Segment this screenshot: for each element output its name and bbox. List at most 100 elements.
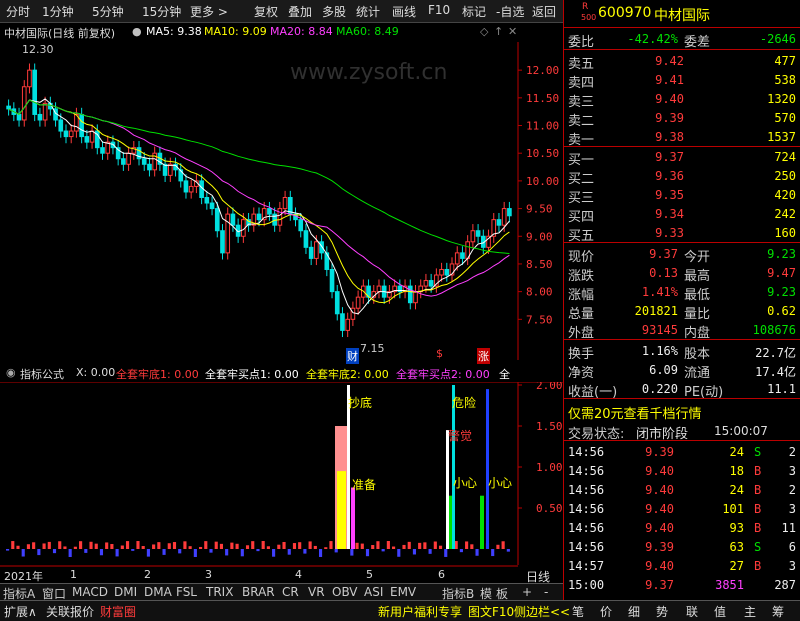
tab-remove[interactable]: - xyxy=(544,585,548,599)
related-quote-button[interactable]: 关联报价 xyxy=(46,603,94,620)
indicator-line2: 全套牢买点1: 0.00 xyxy=(205,368,299,381)
order-book-row[interactable]: 卖五 9.42 477 xyxy=(564,51,800,72)
oscillator-bar xyxy=(26,544,30,549)
panel-tab-shi[interactable]: 势 xyxy=(656,603,668,620)
tab-add[interactable]: + xyxy=(522,585,532,599)
diamond-icon[interactable]: ◇ xyxy=(480,25,488,38)
promo-text[interactable]: 仅需20元查看千档行情 xyxy=(568,403,702,422)
tab-asi[interactable]: ASI xyxy=(364,585,383,599)
tab-vr[interactable]: VR xyxy=(308,585,325,599)
oscillator-bar xyxy=(433,541,437,549)
indicator-name[interactable]: 指标公式 xyxy=(20,366,64,382)
panel-tab-xi[interactable]: 细 xyxy=(628,603,640,620)
panel-tab-jia[interactable]: 价 xyxy=(600,603,612,620)
trade-status-row: 交易状态: 闭市阶段 15:00:07 xyxy=(564,421,800,442)
graphic-f10-button[interactable]: 图文F10 xyxy=(468,603,514,620)
indicator-settings-icon[interactable]: ◉ xyxy=(6,366,16,379)
order-book-row[interactable]: 买四 9.34 242 xyxy=(564,204,800,225)
panel-tab-chou[interactable]: 筹 xyxy=(772,603,784,620)
f10-button[interactable]: F10 xyxy=(428,3,450,17)
tab-fsl[interactable]: FSL xyxy=(176,585,197,599)
ma-toggle-icon[interactable]: ● xyxy=(132,25,142,38)
r-badge: R xyxy=(582,2,589,12)
tab-dma[interactable]: DMA xyxy=(144,585,172,599)
tick-row[interactable]: 14:56 9.40 18 B 3 xyxy=(564,461,800,480)
indicator-x-value: X: 0.00 xyxy=(76,366,116,379)
back-button[interactable]: 返回 xyxy=(532,3,556,20)
order-book-row[interactable]: 卖四 9.41 538 xyxy=(564,70,800,91)
tick-count: 287 xyxy=(774,578,796,592)
period-tab-15min[interactable]: 15分钟 xyxy=(142,3,181,20)
close-icon[interactable]: ✕ xyxy=(508,25,517,38)
tick-row[interactable]: 14:56 9.39 24 S 2 xyxy=(564,442,800,461)
tab-dmi[interactable]: DMI xyxy=(114,585,137,599)
stats-button[interactable]: 统计 xyxy=(356,3,380,20)
order-book-row[interactable]: 买二 9.36 250 xyxy=(564,166,800,187)
financial-badge[interactable]: 财 xyxy=(346,348,359,364)
watchlist-button[interactable]: -自选 xyxy=(496,3,524,20)
new-user-promo-link[interactable]: 新用户福利专享 xyxy=(378,603,462,620)
sidebar-toggle-button[interactable]: 侧边栏<< xyxy=(514,603,570,620)
dividend-badge[interactable]: $ xyxy=(436,347,443,360)
period-tab-1min[interactable]: 1分钟 xyxy=(42,3,74,20)
oscillator-bar xyxy=(329,541,333,549)
surge-badge[interactable]: 涨 xyxy=(477,348,490,364)
expand-button[interactable]: 扩展∧ xyxy=(4,603,37,620)
candle-body xyxy=(282,197,288,210)
oscillator-bar xyxy=(16,545,20,549)
draw-line-button[interactable]: 画线 xyxy=(392,3,416,20)
tick-time: 14:56 xyxy=(568,445,605,459)
up-arrow-icon[interactable]: ↑ xyxy=(494,25,503,38)
label-zhunbei: 准备 xyxy=(352,478,377,492)
panel-tab-lian[interactable]: 联 xyxy=(686,603,698,620)
panel-tab-bi[interactable]: 笔 xyxy=(572,603,584,620)
quote-stat-row: 涨幅 1.41% 最低 9.23 xyxy=(564,282,800,303)
tick-row[interactable]: 14:56 9.40 93 B 11 xyxy=(564,518,800,537)
candle-body xyxy=(277,208,283,226)
candle-body xyxy=(407,285,413,304)
order-book-row[interactable]: 卖三 9.40 1320 xyxy=(564,89,800,110)
order-book-row[interactable]: 买三 9.35 420 xyxy=(564,185,800,206)
tab-macd[interactable]: MACD xyxy=(72,585,108,599)
order-book-row[interactable]: 买五 9.33 160 xyxy=(564,223,800,244)
oscillator-bar xyxy=(178,549,182,554)
indicator-chart[interactable]: 2.00 1.50 1.00 0.50 xyxy=(0,382,563,565)
period-tab-fenshi[interactable]: 分时 xyxy=(6,3,30,20)
y-tick-label: 11.50 xyxy=(526,92,559,105)
tick-row[interactable]: 15:00 9.37 3851 287 xyxy=(564,575,800,594)
stat-value: 201821 xyxy=(634,304,678,318)
tab-emv[interactable]: EMV xyxy=(390,585,416,599)
tick-row[interactable]: 14:56 9.40 24 B 2 xyxy=(564,480,800,499)
oscillator-bar xyxy=(355,542,359,549)
order-volume: 538 xyxy=(774,73,796,87)
stat-value: 9.47 xyxy=(767,266,796,280)
panel-tab-zhi[interactable]: 值 xyxy=(714,603,726,620)
tick-row[interactable]: 14:57 9.40 27 B 3 xyxy=(564,556,800,575)
tab-cr[interactable]: CR xyxy=(282,585,299,599)
order-book-row[interactable]: 卖一 9.38 1537 xyxy=(564,127,800,148)
tick-row[interactable]: 14:56 9.39 63 S 6 xyxy=(564,537,800,556)
candle-body xyxy=(141,158,147,165)
more-button[interactable]: 更多 > xyxy=(190,3,228,20)
mark-button[interactable]: 标记 xyxy=(462,3,486,20)
tab-trix[interactable]: TRIX xyxy=(206,585,233,599)
wealth-circle-button[interactable]: 财富圈 xyxy=(100,603,136,620)
kline-chart[interactable]: 12.00 11.50 11.00 10.50 10.00 9.50 9.00 8.50 8.0… xyxy=(0,42,563,360)
oscillator-bar xyxy=(303,549,307,554)
promo-row[interactable]: 仅需20元查看千档行情 xyxy=(564,401,800,422)
tab-brar[interactable]: BRAR xyxy=(242,585,275,599)
tick-row[interactable]: 14:56 9.40 101 B 3 xyxy=(564,499,800,518)
x-tick-2: 2 xyxy=(144,568,151,581)
multi-stock-button[interactable]: 多股 xyxy=(322,3,346,20)
indicator-y-label: 0.50 xyxy=(536,502,563,515)
oscillator-bar xyxy=(350,549,354,556)
stat-value: 1.41% xyxy=(641,285,678,299)
fuquan-button[interactable]: 复权 xyxy=(254,3,278,20)
period-tab-5min[interactable]: 5分钟 xyxy=(92,3,124,20)
tab-obv[interactable]: OBV xyxy=(332,585,358,599)
panel-tab-zhu[interactable]: 主 xyxy=(744,603,756,620)
order-book-row[interactable]: 卖二 9.39 570 xyxy=(564,108,800,129)
oscillator-bar xyxy=(152,544,156,549)
order-book-row[interactable]: 买一 9.37 724 xyxy=(564,147,800,168)
overlay-button[interactable]: 叠加 xyxy=(288,3,312,20)
